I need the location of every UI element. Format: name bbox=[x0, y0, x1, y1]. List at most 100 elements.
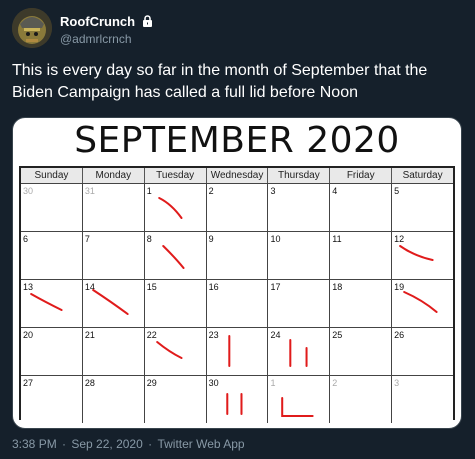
calendar-day-number: 12 bbox=[394, 234, 405, 244]
calendar-day-number: 30 bbox=[208, 378, 219, 388]
red-pen-mark bbox=[281, 397, 315, 417]
calendar-day-number: 20 bbox=[23, 330, 34, 340]
calendar-day-cell: 4 bbox=[330, 184, 393, 231]
avatar[interactable] bbox=[12, 8, 52, 48]
calendar-day-cell: 1 bbox=[144, 184, 207, 231]
calendar-day-number: 31 bbox=[84, 186, 95, 196]
calendar-day-number: 3 bbox=[394, 378, 400, 388]
calendar-day-cell: 26 bbox=[392, 328, 454, 375]
calendar-day-cell: 17 bbox=[268, 280, 331, 327]
calendar-day-number: 13 bbox=[23, 282, 34, 292]
day-name-tuesday: Tuesday bbox=[145, 168, 207, 183]
day-name-friday: Friday bbox=[330, 168, 393, 183]
tweet-source[interactable]: Twitter Web App bbox=[157, 437, 244, 451]
calendar-day-number: 24 bbox=[270, 330, 281, 340]
calendar-day-cell: 18 bbox=[330, 280, 393, 327]
day-name-row: Sunday Monday Tuesday Wednesday Thursday Frid… bbox=[21, 168, 453, 184]
calendar-day-cell: 7 bbox=[82, 232, 145, 279]
calendar-day-number: 19 bbox=[394, 282, 405, 292]
calendar-weeks: 30 31 1 2 3 4 5 6 7 8 9 10 11 12 13 14 15 16 17 18 19 20 21 22 2… bbox=[21, 184, 454, 423]
red-pen-mark bbox=[157, 197, 183, 219]
calendar-title: SEPTEMBER 2020 bbox=[74, 120, 400, 161]
tweet-image[interactable]: SEPTEMBER 2020 Sunday Monday Tuesday Wednes… bbox=[12, 117, 462, 429]
day-name-saturday: Saturday bbox=[402, 170, 443, 181]
calendar-day-cell: 16 bbox=[206, 280, 269, 327]
user-handle[interactable]: @admrlcrnch bbox=[60, 32, 132, 46]
tweet-date[interactable]: Sep 22, 2020 bbox=[71, 437, 142, 451]
tweet-header: RoofCrunch @admrlcrnch bbox=[12, 8, 462, 48]
calendar-week: 27 28 29 30 1 2 3 bbox=[21, 376, 454, 423]
calendar-day-number: 4 bbox=[332, 186, 338, 196]
calendar-day-cell: 2 bbox=[206, 184, 269, 231]
calendar-day-cell: 6 bbox=[21, 232, 83, 279]
calendar-day-cell: 12 bbox=[392, 232, 454, 279]
calendar-week: 30 31 1 2 3 4 5 bbox=[21, 184, 454, 232]
calendar-day-number: 21 bbox=[84, 330, 95, 340]
calendar-day-number: 14 bbox=[84, 282, 95, 292]
calendar-day-cell: 22 bbox=[144, 328, 207, 375]
calendar-day-number: 11 bbox=[332, 234, 342, 244]
calendar-day-cell: 8 bbox=[144, 232, 207, 279]
calendar-day-cell: 21 bbox=[82, 328, 145, 375]
calendar-day-number: 17 bbox=[270, 282, 281, 292]
calendar-day-number: 30 bbox=[23, 186, 34, 196]
calendar-day-number: 8 bbox=[146, 234, 152, 244]
day-name-sunday: Sunday bbox=[21, 168, 83, 183]
calendar-day-cell: 14 bbox=[82, 280, 145, 327]
calendar-day-number: 10 bbox=[270, 234, 281, 244]
calendar-day-cell: 24 bbox=[268, 328, 331, 375]
calendar-day-number: 3 bbox=[270, 186, 276, 196]
calendar-day-cell: 30 bbox=[206, 376, 269, 423]
calendar-week: 20 21 22 23 24 25 26 bbox=[21, 328, 454, 376]
calendar-day-number: 7 bbox=[84, 234, 90, 244]
calendar-day-number: 18 bbox=[332, 282, 343, 292]
calendar-day-number: 15 bbox=[146, 282, 157, 292]
calendar-day-cell: 13 bbox=[21, 280, 83, 327]
day-name-monday: Monday bbox=[83, 168, 145, 183]
calendar-day-cell: 3 bbox=[268, 184, 331, 231]
tweet-time[interactable]: 3:38 PM bbox=[12, 437, 57, 451]
calendar-day-number: 2 bbox=[332, 378, 338, 388]
calendar-day-cell: 9 bbox=[206, 232, 269, 279]
calendar-day-number: 29 bbox=[146, 378, 157, 388]
calendar-week: 6 7 8 9 10 11 12 bbox=[21, 232, 454, 280]
calendar-day-number: 28 bbox=[84, 378, 95, 388]
calendar-day-cell: 20 bbox=[21, 328, 83, 375]
calendar-day-cell: 30 bbox=[21, 184, 83, 231]
display-name-text: RoofCrunch bbox=[60, 14, 136, 29]
calendar-day-cell: 15 bbox=[144, 280, 207, 327]
calendar-day-number: 6 bbox=[23, 234, 29, 244]
calendar-day-cell: 2 bbox=[330, 376, 393, 423]
calendar-day-cell: 1 bbox=[268, 376, 331, 423]
calendar-day-number: 22 bbox=[146, 330, 157, 340]
calendar-day-cell: 27 bbox=[21, 376, 83, 423]
calendar-day-cell: 11 bbox=[330, 232, 393, 279]
calendar-day-cell: 31 bbox=[82, 184, 145, 231]
calendar-grid: Sunday Monday Tuesday Wednesday Thursday Frid… bbox=[19, 166, 455, 423]
calendar-day-cell: 29 bbox=[144, 376, 207, 423]
calendar-day-number: 16 bbox=[208, 282, 219, 292]
calendar-day-number: 9 bbox=[208, 234, 214, 244]
calendar-day-number: 25 bbox=[332, 330, 343, 340]
calendar-day-number: 26 bbox=[394, 330, 405, 340]
calendar-day-number: 2 bbox=[208, 186, 214, 196]
calendar-day-cell: 10 bbox=[268, 232, 331, 279]
tweet-footer: 3:38 PM · Sep 22, 2020 · Twitter Web App bbox=[12, 437, 245, 451]
display-name[interactable]: RoofCrunch bbox=[60, 14, 153, 30]
calendar-day-number: 27 bbox=[23, 378, 34, 388]
calendar-day-number: 5 bbox=[394, 186, 400, 196]
calendar-day-number: 1 bbox=[270, 378, 276, 388]
calendar-week: 13 14 15 16 17 18 19 bbox=[21, 280, 454, 328]
day-name-thursday: Thursday bbox=[268, 168, 331, 183]
tweet-text: This is every day so far in the month of… bbox=[12, 62, 428, 101]
calendar-day-cell: 23 bbox=[206, 328, 269, 375]
red-pen-mark bbox=[161, 245, 185, 269]
calendar-day-cell: 25 bbox=[330, 328, 393, 375]
day-name-wednesday: Wednesday bbox=[207, 168, 269, 183]
calendar-day-cell: 3 bbox=[392, 376, 454, 423]
calendar-day-cell: 28 bbox=[82, 376, 145, 423]
calendar-day-cell: 5 bbox=[392, 184, 454, 231]
calendar-day-cell: 19 bbox=[392, 280, 454, 327]
calendar-day-number: 23 bbox=[208, 330, 219, 340]
lock-icon bbox=[142, 15, 153, 30]
